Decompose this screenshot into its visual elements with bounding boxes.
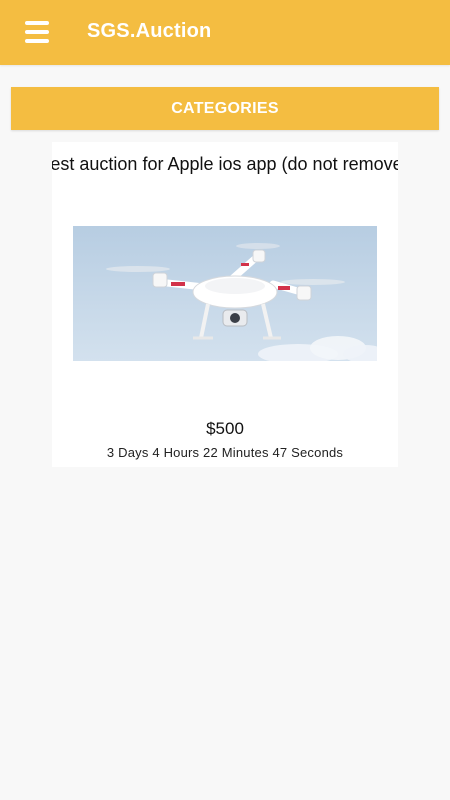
app-title: SGS.Auction xyxy=(87,20,212,42)
auction-price: $500 xyxy=(206,419,244,438)
menu-bar-line xyxy=(25,30,49,34)
auction-title: Test auction for Apple ios app (do not r… xyxy=(52,154,398,174)
app-bar: SGS.Auction xyxy=(0,0,450,65)
categories-button[interactable]: CATEGORIES xyxy=(11,87,439,130)
auction-title-container: Test auction for Apple ios app (do not r… xyxy=(52,154,398,175)
drone-image xyxy=(73,226,377,361)
auction-time-remaining: 3 Days 4 Hours 22 Minutes 47 Seconds xyxy=(106,445,344,460)
menu-bar-line xyxy=(25,39,49,43)
menu-bar-line xyxy=(25,21,49,25)
auction-card[interactable]: Test auction for Apple ios app (do not r… xyxy=(52,142,398,467)
hamburger-menu-icon[interactable] xyxy=(22,18,52,46)
